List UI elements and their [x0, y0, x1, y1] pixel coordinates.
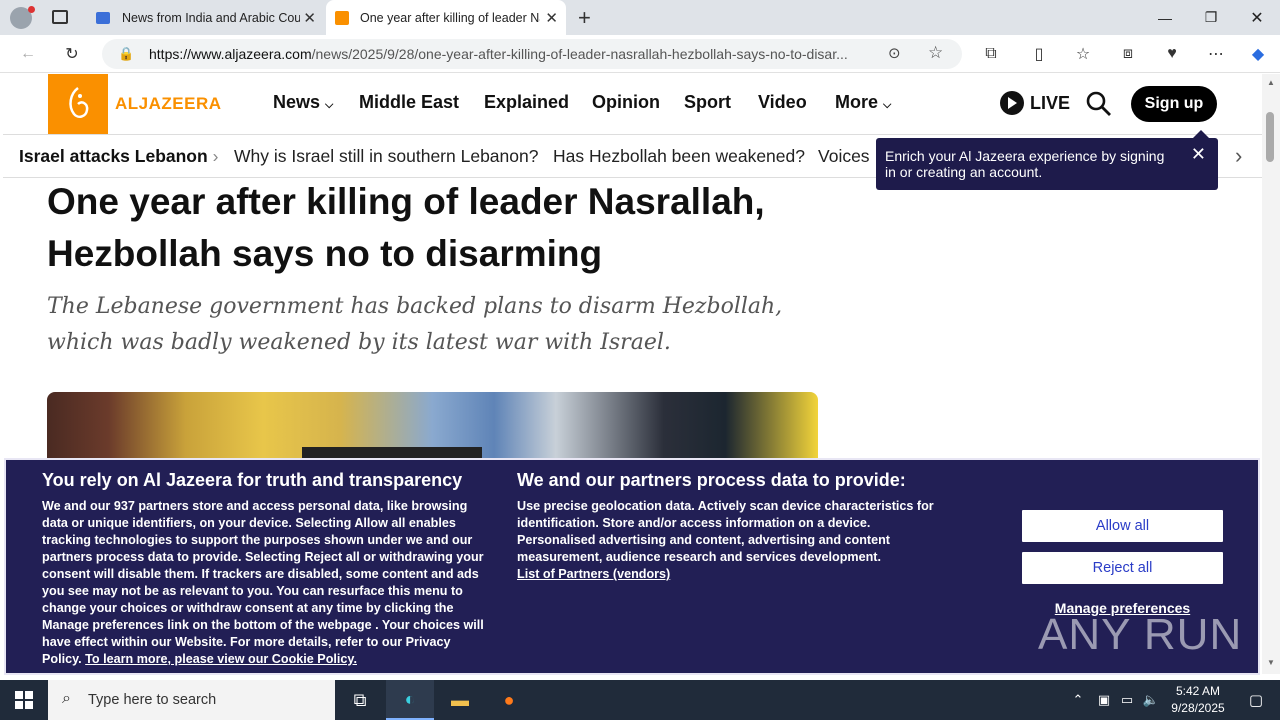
tab-actions-icon[interactable] [52, 10, 68, 24]
favorite-star-icon[interactable]: ☆ [928, 43, 943, 63]
play-icon [1000, 91, 1024, 115]
minimize-icon[interactable]: — [1142, 0, 1188, 35]
logo-wordmark[interactable]: ALJAZEERA [115, 94, 222, 114]
tab-close-icon[interactable]: ✕ [545, 9, 558, 27]
tab-article[interactable]: One year after killing of leader Na ✕ [326, 0, 566, 35]
ticker-item[interactable]: Has Hezbollah been weakened? [553, 146, 805, 167]
article-headline: One year after killing of leader Nasrall… [47, 181, 765, 274]
task-view-icon[interactable]: ⧉ [336, 680, 384, 720]
browser-titlebar: News from India and Arabic Coun ✕ One ye… [0, 0, 1280, 35]
sign-up-button[interactable]: Sign up [1131, 86, 1217, 122]
menu-sport[interactable]: Sport [684, 92, 731, 113]
back-icon[interactable]: ← [17, 43, 39, 65]
cookie-consent-banner: You rely on Al Jazeera for truth and tra… [4, 458, 1260, 675]
scroll-thumb[interactable] [1266, 112, 1274, 162]
taskbar-search-placeholder: Type here to search [88, 692, 217, 708]
collections-icon[interactable]: ⧈ [1117, 43, 1139, 65]
clock-date: 9/28/2025 [1171, 701, 1225, 715]
aljazeera-logo-icon[interactable] [48, 74, 108, 134]
menu-explained[interactable]: Explained [484, 92, 569, 113]
anyrun-watermark: ANY RUN [1038, 610, 1243, 659]
live-button[interactable]: LIVE [1000, 91, 1070, 115]
cookie-description: We and our 937 partners store and access… [42, 499, 484, 666]
allow-all-button[interactable]: Allow all [1022, 510, 1223, 542]
menu-news[interactable]: News ⌵ [273, 92, 333, 113]
browser-toolbar: ← ↻ 🔒 https://www.aljazeera.com/news/202… [0, 35, 1280, 73]
reader-icon[interactable]: ⊙ [888, 44, 901, 62]
close-icon[interactable]: ✕ [1191, 145, 1206, 163]
file-explorer-icon[interactable]: ▬ [436, 680, 484, 720]
ticker-item[interactable]: Voices [818, 146, 870, 167]
chevron-down-icon: ⌵ [325, 99, 334, 111]
tooltip-text: Enrich your Al Jazeera experience by sig… [885, 148, 1165, 180]
menu-opinion[interactable]: Opinion [592, 92, 660, 113]
favorites-icon[interactable]: ☆ [1072, 43, 1094, 65]
windows-taskbar: ⌕ Type here to search ⧉ ◐ ▬ ● ⌃ ▣ ▭ 🔈 5:… [0, 680, 1280, 720]
notifications-icon[interactable]: ▢ [1232, 680, 1280, 720]
search-icon: ⌕ [62, 690, 71, 707]
tab-news-india[interactable]: News from India and Arabic Coun ✕ [86, 0, 324, 35]
aljazeera-favicon-icon [335, 10, 349, 25]
browser-essentials-icon[interactable]: ♥ [1161, 43, 1183, 65]
chevron-down-icon: ⌵ [883, 99, 892, 111]
reject-all-button[interactable]: Reject all [1022, 552, 1223, 584]
tooltip-caret [1193, 130, 1209, 138]
search-icon[interactable] [1086, 91, 1112, 122]
notification-dot [28, 6, 35, 13]
ticker-next-icon[interactable]: › [1235, 143, 1242, 169]
scroll-down-icon[interactable]: ▼ [1267, 658, 1275, 667]
edge-browser-icon[interactable]: ◐ [386, 680, 434, 720]
address-bar[interactable]: 🔒 https://www.aljazeera.com/news/2025/9/… [102, 39, 962, 69]
purposes-description: Use precise geolocation data. Actively s… [517, 499, 934, 581]
split-screen-icon[interactable]: ▯ [1028, 43, 1050, 65]
cookie-title: You rely on Al Jazeera for truth and tra… [42, 470, 463, 490]
ticker-item[interactable]: Why is Israel still in southern Lebanon? [234, 146, 538, 167]
close-window-icon[interactable]: ✕ [1234, 0, 1280, 35]
signin-tooltip: Enrich your Al Jazeera experience by sig… [876, 138, 1218, 190]
extensions-icon[interactable]: ⧉ [980, 43, 1002, 65]
windows-start-icon[interactable] [0, 680, 48, 720]
tab-title: News from India and Arabic Coun [122, 10, 300, 25]
scroll-up-icon[interactable]: ▲ [1267, 78, 1275, 87]
tab-favicon-icon [96, 11, 110, 24]
site-info-icon[interactable]: 🔒 [118, 46, 134, 62]
tab-title: One year after killing of leader Na [360, 10, 540, 25]
chevron-right-icon: › [212, 146, 219, 166]
taskbar-search[interactable]: ⌕ Type here to search [48, 680, 335, 720]
copilot-icon[interactable]: ◆ [1247, 43, 1269, 65]
page-scrollbar[interactable]: ▲ ▼ [1262, 74, 1280, 674]
menu-more[interactable]: More ⌵ [835, 92, 891, 113]
cookie-policy-link[interactable]: To learn more, please view our Cookie Po… [85, 652, 357, 666]
clock-time: 5:42 AM [1175, 684, 1221, 698]
menu-video[interactable]: Video [758, 92, 807, 113]
url-text[interactable]: https://www.aljazeera.com/news/2025/9/28… [149, 46, 869, 62]
tab-close-icon[interactable]: ✕ [303, 9, 316, 27]
ticker-label[interactable]: Israel attacks Lebanon › [19, 146, 218, 167]
firefox-icon[interactable]: ● [485, 680, 533, 720]
article-subheading: The Lebanese government has backed plans… [47, 294, 783, 355]
restore-icon[interactable]: ❐ [1188, 0, 1234, 35]
system-clock[interactable]: 5:42 AM 9/28/2025 [1160, 683, 1236, 717]
live-label: LIVE [1030, 92, 1071, 113]
new-tab-icon[interactable]: + [578, 5, 591, 31]
partners-list-link[interactable]: List of Partners (vendors) [517, 567, 670, 581]
menu-middle-east[interactable]: Middle East [359, 92, 459, 113]
purposes-title: We and our partners process data to prov… [517, 470, 906, 490]
refresh-icon[interactable]: ↻ [61, 43, 83, 65]
settings-more-icon[interactable]: ⋯ [1205, 43, 1227, 65]
